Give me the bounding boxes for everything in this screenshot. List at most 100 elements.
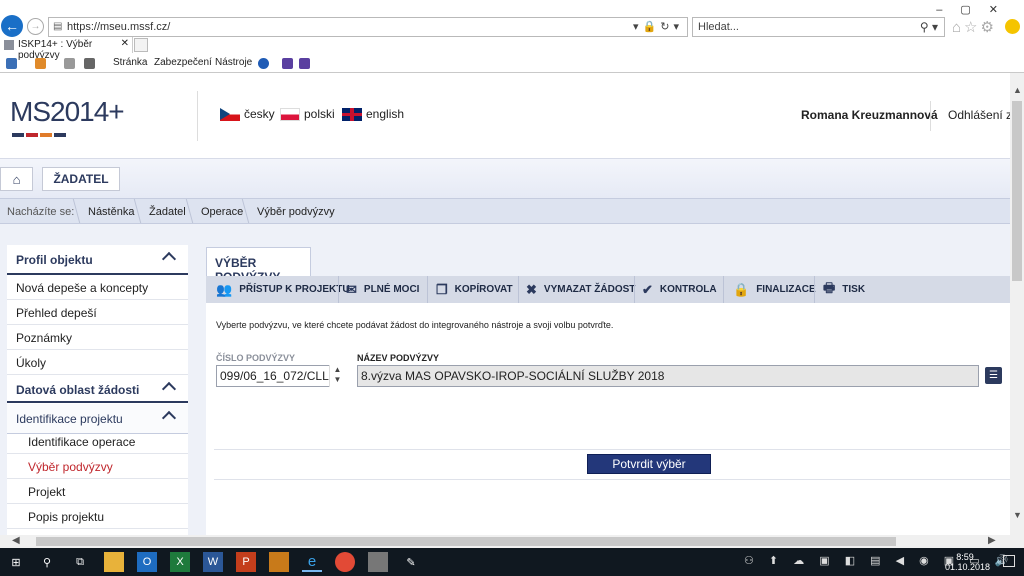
sidebar-item-ukoly[interactable]: Úkoly [7,350,188,375]
chevron-down-icon[interactable]: ▼ [334,375,342,384]
action-separator [634,276,635,303]
lang-english[interactable]: english [342,107,404,121]
calculator-icon[interactable] [368,552,388,572]
chevron-up-icon [161,251,177,267]
home-icon[interactable] [6,58,17,69]
cislo-spinner[interactable]: ▲ ▼ [329,365,345,387]
lang-polish-label: polski [304,107,335,121]
sidebar-item-poznamky[interactable]: Poznámky [7,325,188,350]
kontrola-button[interactable]: ✔ KONTROLA [642,276,717,303]
powerpoint-icon[interactable]: P [236,552,256,572]
scroll-thumb[interactable] [1012,101,1022,281]
action-label: TISK [842,284,866,295]
czech-flag-icon [220,107,240,121]
onenote-linked-icon[interactable] [299,58,310,69]
sidebar-header-label: Identifikace projektu [16,412,123,426]
mail-icon[interactable] [64,58,75,69]
cislo-podvyzvy-label: ČÍSLO PODVÝZVY [216,353,296,363]
divider [214,479,1010,480]
scroll-right-icon[interactable]: ▶ [988,535,996,546]
home-button[interactable]: ⌂ [0,167,33,191]
kopirovat-button[interactable]: ❐ KOPÍROVAT [436,276,513,303]
lang-czech[interactable]: česky [220,107,275,121]
search-icon[interactable]: ⚲ [37,552,57,572]
people-icon: 👥 [216,281,233,297]
tisk-button[interactable]: 🖶 TISK [823,276,865,303]
sidebar-sub-popis-projektu[interactable]: Popis projektu [7,504,188,529]
chrome-icon[interactable] [335,552,355,572]
search-icon[interactable]: ⚲ ▾ [920,20,938,34]
tab-close-icon[interactable]: ✕ [121,38,129,49]
excel-icon[interactable]: X [170,552,190,572]
help-icon[interactable] [258,58,269,69]
potvrdit-vyber-button[interactable]: Potvrdit výběr [587,454,711,474]
toolbar-icons[interactable]: ⌂☆⚙ [952,18,997,36]
action-separator [723,276,724,303]
printer-icon: 🖶 [823,279,836,295]
notification-icon[interactable] [1003,555,1015,567]
sidebar-item-prehled-depesi[interactable]: Přehled depeší [7,300,188,325]
print-icon[interactable] [84,58,95,69]
task-view-icon[interactable]: ⧉ [70,552,90,572]
clock[interactable]: 8:59 01.10.2018 [945,552,990,572]
word-icon[interactable]: W [203,552,223,572]
logo-color-bars [12,128,68,140]
onenote-icon[interactable] [282,58,293,69]
scroll-left-icon[interactable]: ◀ [12,535,20,546]
outlook-icon[interactable]: O [137,552,157,572]
divider [214,449,1010,450]
breadcrumb-zadatel[interactable]: Žadatel [149,206,186,218]
menu-zabezpeceni[interactable]: Zabezpečení [154,57,212,68]
browser-search-input[interactable]: Hledat... ⚲ ▾ [692,17,945,37]
new-tab-button[interactable] [134,38,148,52]
windows-start-icon[interactable]: ⊞ [6,552,26,572]
logout-link[interactable]: Odhlášení za [948,108,1010,122]
sidebar-header-profil[interactable]: Profil objektu [7,245,188,275]
horizontal-scrollbar[interactable]: ◀ ▶ [0,535,1024,548]
menu-stranka[interactable]: Stránka [113,57,147,68]
user-name[interactable]: Romana Kreuzmannová [801,108,938,122]
chevron-up-icon[interactable]: ▲ [334,365,342,374]
zadatel-button[interactable]: ŽADATEL [42,167,120,191]
internet-explorer-icon[interactable]: e [302,552,322,572]
lang-polish[interactable]: polski [280,107,335,121]
cislo-podvyzvy-field[interactable]: 099/06_16_072/CLLD_ [216,365,345,387]
action-bar: 👥 PŘÍSTUP K PROJEKTU ✉ PLNÉ MOCI ❐ KOPÍROVA… [206,276,1010,303]
nazev-podvyzvy-field[interactable]: 8.výzva MAS OPAVSKO-IROP-SOCIÁLNÍ SLUŽBY… [357,365,979,387]
app-icon-2[interactable]: ✎ [401,552,421,572]
app-icon[interactable] [269,552,289,572]
feedback-smiley-icon[interactable] [1005,19,1020,34]
breadcrumb-label: Nacházíte se: [7,206,75,218]
sidebar-sub-projekt[interactable]: Projekt [7,479,188,504]
window-controls[interactable]: –▢✕ [936,3,1016,16]
pristup-k-projektu-button[interactable]: 👥 PŘÍSTUP K PROJEKTU [216,276,350,303]
scroll-down-icon[interactable]: ▼ [1013,510,1022,520]
address-bar[interactable]: ▤ https://mseu.mssf.cz/ ▾🔒↻▾ [48,17,688,37]
ms2014-logo[interactable]: MS2014+ [10,96,125,128]
forward-arrow-icon[interactable]: → [27,18,44,35]
explorer-icon[interactable] [104,552,124,572]
plne-moci-button[interactable]: ✉ PLNÉ MOCI [346,276,419,303]
list-picker-icon[interactable]: ☰ [985,367,1002,384]
back-arrow-icon[interactable]: ← [1,15,23,37]
sidebar-sub-identifikace-operace[interactable]: Identifikace operace [7,429,188,454]
menu-nastroje[interactable]: Nástroje [215,57,252,68]
address-tools-icon[interactable]: ▾🔒↻▾ [633,20,683,33]
feeds-icon[interactable] [35,58,46,69]
command-bar: Stránka Zabezpečení Nástroje [0,55,1024,71]
vymazat-zadost-button[interactable]: ✖ VYMAZAT ŽÁDOST [526,276,635,303]
finalizace-button[interactable]: 🔒 FINALIZACE [733,276,816,303]
browser-tab[interactable]: ISKP14+ : Výběr podvýzvy ✕ [0,37,133,61]
vertical-scrollbar[interactable]: ▲ ▼ [1010,73,1024,535]
scroll-thumb[interactable] [36,537,896,546]
breadcrumb-vyber-podvyzvy: Výběr podvýzvy [257,206,335,218]
scroll-up-icon[interactable]: ▲ [1013,85,1022,95]
sidebar-sub-vyber-podvyzvy[interactable]: Výběr podvýzvy [7,454,188,479]
breadcrumb-nastenka[interactable]: Nástěnka [88,206,134,218]
sidebar-header-datova-oblast[interactable]: Datová oblast žádosti [7,375,188,403]
polish-flag-icon [280,107,300,121]
tab-vyber-podvyzvy[interactable]: VÝBĚR PODVÝZVY [206,247,311,284]
breadcrumb-operace[interactable]: Operace [201,206,243,218]
sidebar-item-nova-depese[interactable]: Nová depeše a koncepty [7,275,188,300]
clock-date: 01.10.2018 [945,562,991,572]
